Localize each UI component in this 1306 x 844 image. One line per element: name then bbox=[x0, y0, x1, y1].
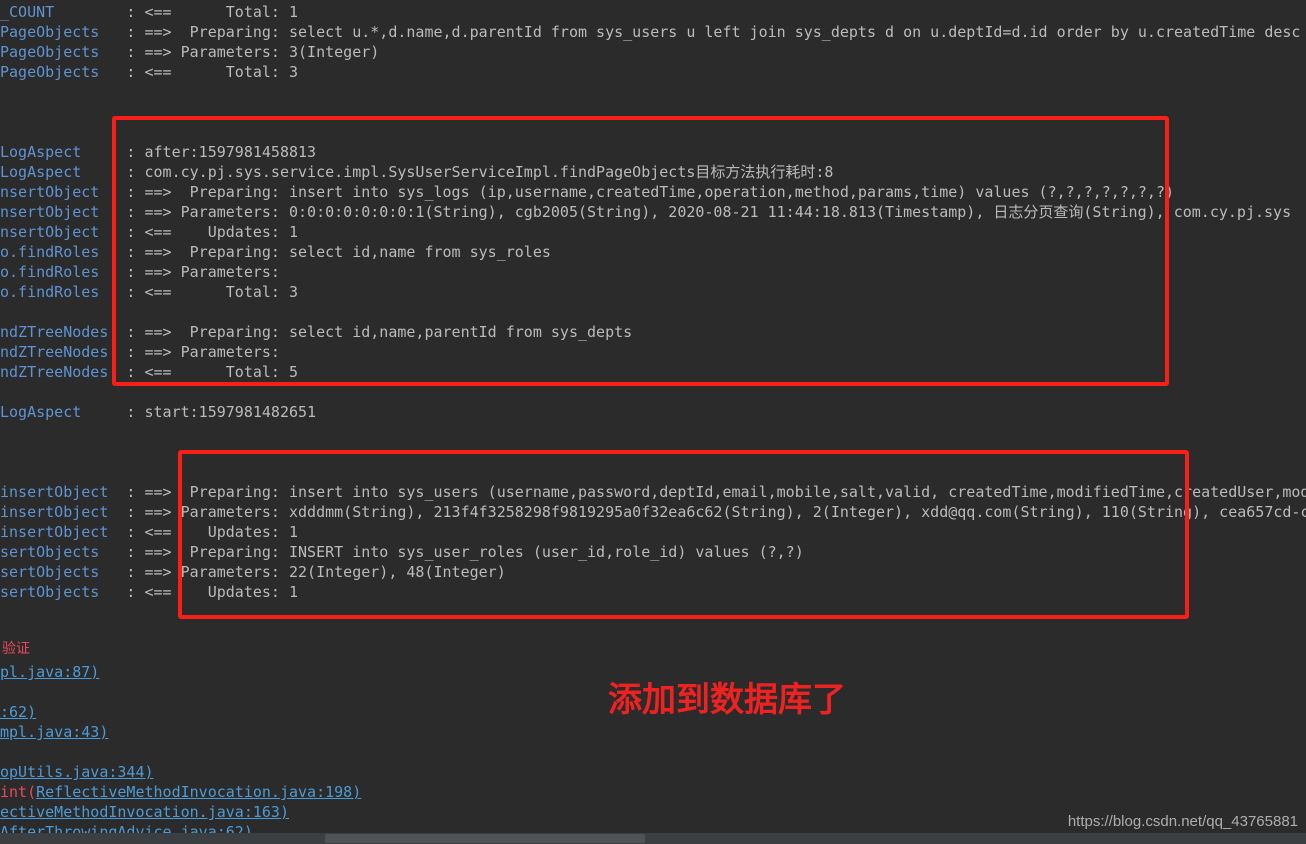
stack-trace-source-link[interactable]: opUtils.java:344) bbox=[0, 763, 154, 781]
stack-trace-line[interactable]: mpl.java:43) bbox=[0, 722, 108, 742]
stack-trace-line[interactable]: int(ReflectiveMethodInvocation.java:198) bbox=[0, 782, 361, 802]
log-logger-name: nsertObject bbox=[0, 183, 109, 201]
log-logger-name: nsertObject bbox=[0, 223, 109, 241]
log-message: : ==> Parameters: bbox=[108, 343, 280, 361]
log-line: nsertObject : ==> Preparing: insert into… bbox=[0, 182, 1174, 202]
log-line: o.findRoles : <== Total: 3 bbox=[0, 282, 298, 302]
log-line: ndZTreeNodes : ==> Preparing: select id,… bbox=[0, 322, 632, 342]
log-logger-name: o.findRoles bbox=[0, 263, 109, 281]
log-logger-name: nsertObject bbox=[0, 203, 109, 221]
horizontal-scrollbar-thumb[interactable] bbox=[325, 834, 645, 843]
stack-trace-source-link[interactable]: :62) bbox=[0, 703, 36, 721]
log-line: PageObjects : ==> Preparing: select u.*,… bbox=[0, 22, 1300, 42]
log-message: : <== Updates: 1 bbox=[108, 223, 299, 241]
log-message: : com.cy.pj.sys.service.impl.SysUserServ… bbox=[108, 163, 834, 181]
log-logger-name: PageObjects bbox=[0, 43, 109, 61]
log-message: : <== Total: 5 bbox=[108, 363, 299, 381]
log-line: nsertObject : <== Updates: 1 bbox=[0, 222, 298, 242]
log-logger-name: ndZTreeNodes bbox=[0, 343, 109, 361]
log-line: ndZTreeNodes : <== Total: 5 bbox=[0, 362, 298, 382]
stack-trace-source-link[interactable]: ectiveMethodInvocation.java:163) bbox=[0, 803, 289, 821]
log-logger-name: ndZTreeNodes bbox=[0, 323, 109, 341]
log-message: : <== Total: 3 bbox=[108, 283, 299, 301]
stack-trace-line[interactable]: :62) bbox=[0, 702, 36, 722]
log-logger-name: _COUNT bbox=[0, 3, 109, 21]
stack-trace-line[interactable]: ectiveMethodInvocation.java:163) bbox=[0, 802, 289, 822]
log-message: : ==> Parameters: 3(Integer) bbox=[108, 43, 380, 61]
log-logger-name: insertObject bbox=[0, 503, 109, 521]
stack-trace-source-link[interactable]: pl.java:87) bbox=[0, 663, 99, 681]
log-line: sertObjects : <== Updates: 1 bbox=[0, 582, 298, 602]
log-line: sertObjects : ==> Parameters: 22(Integer… bbox=[0, 562, 506, 582]
log-logger-name: LogAspect bbox=[0, 143, 109, 161]
log-line: LogAspect : after:1597981458813 bbox=[0, 142, 316, 162]
annotation-added-to-db-label: 添加到数据库了 bbox=[608, 680, 846, 720]
log-message: : ==> Preparing: INSERT into sys_user_ro… bbox=[108, 543, 804, 561]
log-message: : ==> Preparing: select id,name from sys… bbox=[108, 243, 551, 261]
log-line: o.findRoles : ==> Parameters: bbox=[0, 262, 280, 282]
log-message: : ==> Parameters: 0:0:0:0:0:0:0:1(String… bbox=[108, 203, 1292, 221]
log-logger-name: sertObjects bbox=[0, 563, 109, 581]
log-message: : ==> Preparing: select u.*,d.name,d.par… bbox=[108, 23, 1301, 41]
log-line: _COUNT : <== Total: 1 bbox=[0, 2, 298, 22]
log-console-panel[interactable]: _COUNT : <== Total: 1 PageObjects : ==> P… bbox=[0, 0, 1306, 844]
log-line: LogAspect : start:1597981482651 bbox=[0, 402, 316, 422]
stack-trace-line[interactable]: opUtils.java:344) bbox=[0, 762, 154, 782]
log-line: nsertObject : ==> Parameters: 0:0:0:0:0:… bbox=[0, 202, 1291, 222]
log-message: : ==> Preparing: insert into sys_logs (i… bbox=[108, 183, 1175, 201]
log-message: : after:1597981458813 bbox=[108, 143, 317, 161]
log-logger-name: insertObject bbox=[0, 483, 109, 501]
log-line: sertObjects : ==> Preparing: INSERT into… bbox=[0, 542, 804, 562]
log-line: insertObject : ==> Preparing: insert int… bbox=[0, 482, 1306, 502]
log-logger-name: insertObject bbox=[0, 523, 109, 541]
log-line: PageObjects : ==> Parameters: 3(Integer) bbox=[0, 42, 379, 62]
log-message: : <== Total: 1 bbox=[108, 3, 299, 21]
log-message: : ==> Preparing: insert into sys_users (… bbox=[108, 483, 1306, 501]
log-logger-name: LogAspect bbox=[0, 163, 109, 181]
log-logger-name: ndZTreeNodes bbox=[0, 363, 109, 381]
log-message: : ==> Preparing: select id,name,parentId… bbox=[108, 323, 633, 341]
stack-trace-line[interactable]: pl.java:87) bbox=[0, 662, 99, 682]
log-message: : <== Updates: 1 bbox=[108, 583, 299, 601]
log-message: : ==> Parameters: bbox=[108, 263, 280, 281]
log-logger-name: sertObjects bbox=[0, 543, 109, 561]
log-line: PageObjects : <== Total: 3 bbox=[0, 62, 298, 82]
log-line: insertObject : ==> Parameters: xdddmm(St… bbox=[0, 502, 1306, 522]
log-logger-name: sertObjects bbox=[0, 583, 109, 601]
log-line: insertObject : <== Updates: 1 bbox=[0, 522, 298, 542]
horizontal-scrollbar-track[interactable] bbox=[0, 833, 1306, 844]
log-logger-name: o.findRoles bbox=[0, 243, 109, 261]
log-logger-name: PageObjects bbox=[0, 23, 109, 41]
log-line: LogAspect : com.cy.pj.sys.service.impl.S… bbox=[0, 162, 833, 182]
log-message: : ==> Parameters: 22(Integer), 48(Intege… bbox=[108, 563, 506, 581]
log-message: : <== Updates: 1 bbox=[108, 523, 299, 541]
log-line: o.findRoles : ==> Preparing: select id,n… bbox=[0, 242, 551, 262]
blog-url-watermark: https://blog.csdn.net/qq_43765881 bbox=[1067, 813, 1298, 830]
log-message: : <== Total: 3 bbox=[108, 63, 299, 81]
log-logger-name: LogAspect bbox=[0, 403, 109, 421]
log-logger-name: PageObjects bbox=[0, 63, 109, 81]
log-line: ndZTreeNodes : ==> Parameters: bbox=[0, 342, 280, 362]
log-message: : ==> Parameters: xdddmm(String), 213f4f… bbox=[108, 503, 1306, 521]
sql-log-highlight-box-2 bbox=[178, 450, 1189, 619]
annotation-verify-label: 验证 bbox=[2, 641, 30, 657]
stack-trace-source-link[interactable]: ReflectiveMethodInvocation.java:198) bbox=[36, 783, 361, 801]
log-message: : start:1597981482651 bbox=[108, 403, 317, 421]
stack-trace-method-fragment: int( bbox=[0, 783, 37, 801]
stack-trace-source-link[interactable]: mpl.java:43) bbox=[0, 723, 108, 741]
log-logger-name: o.findRoles bbox=[0, 283, 109, 301]
